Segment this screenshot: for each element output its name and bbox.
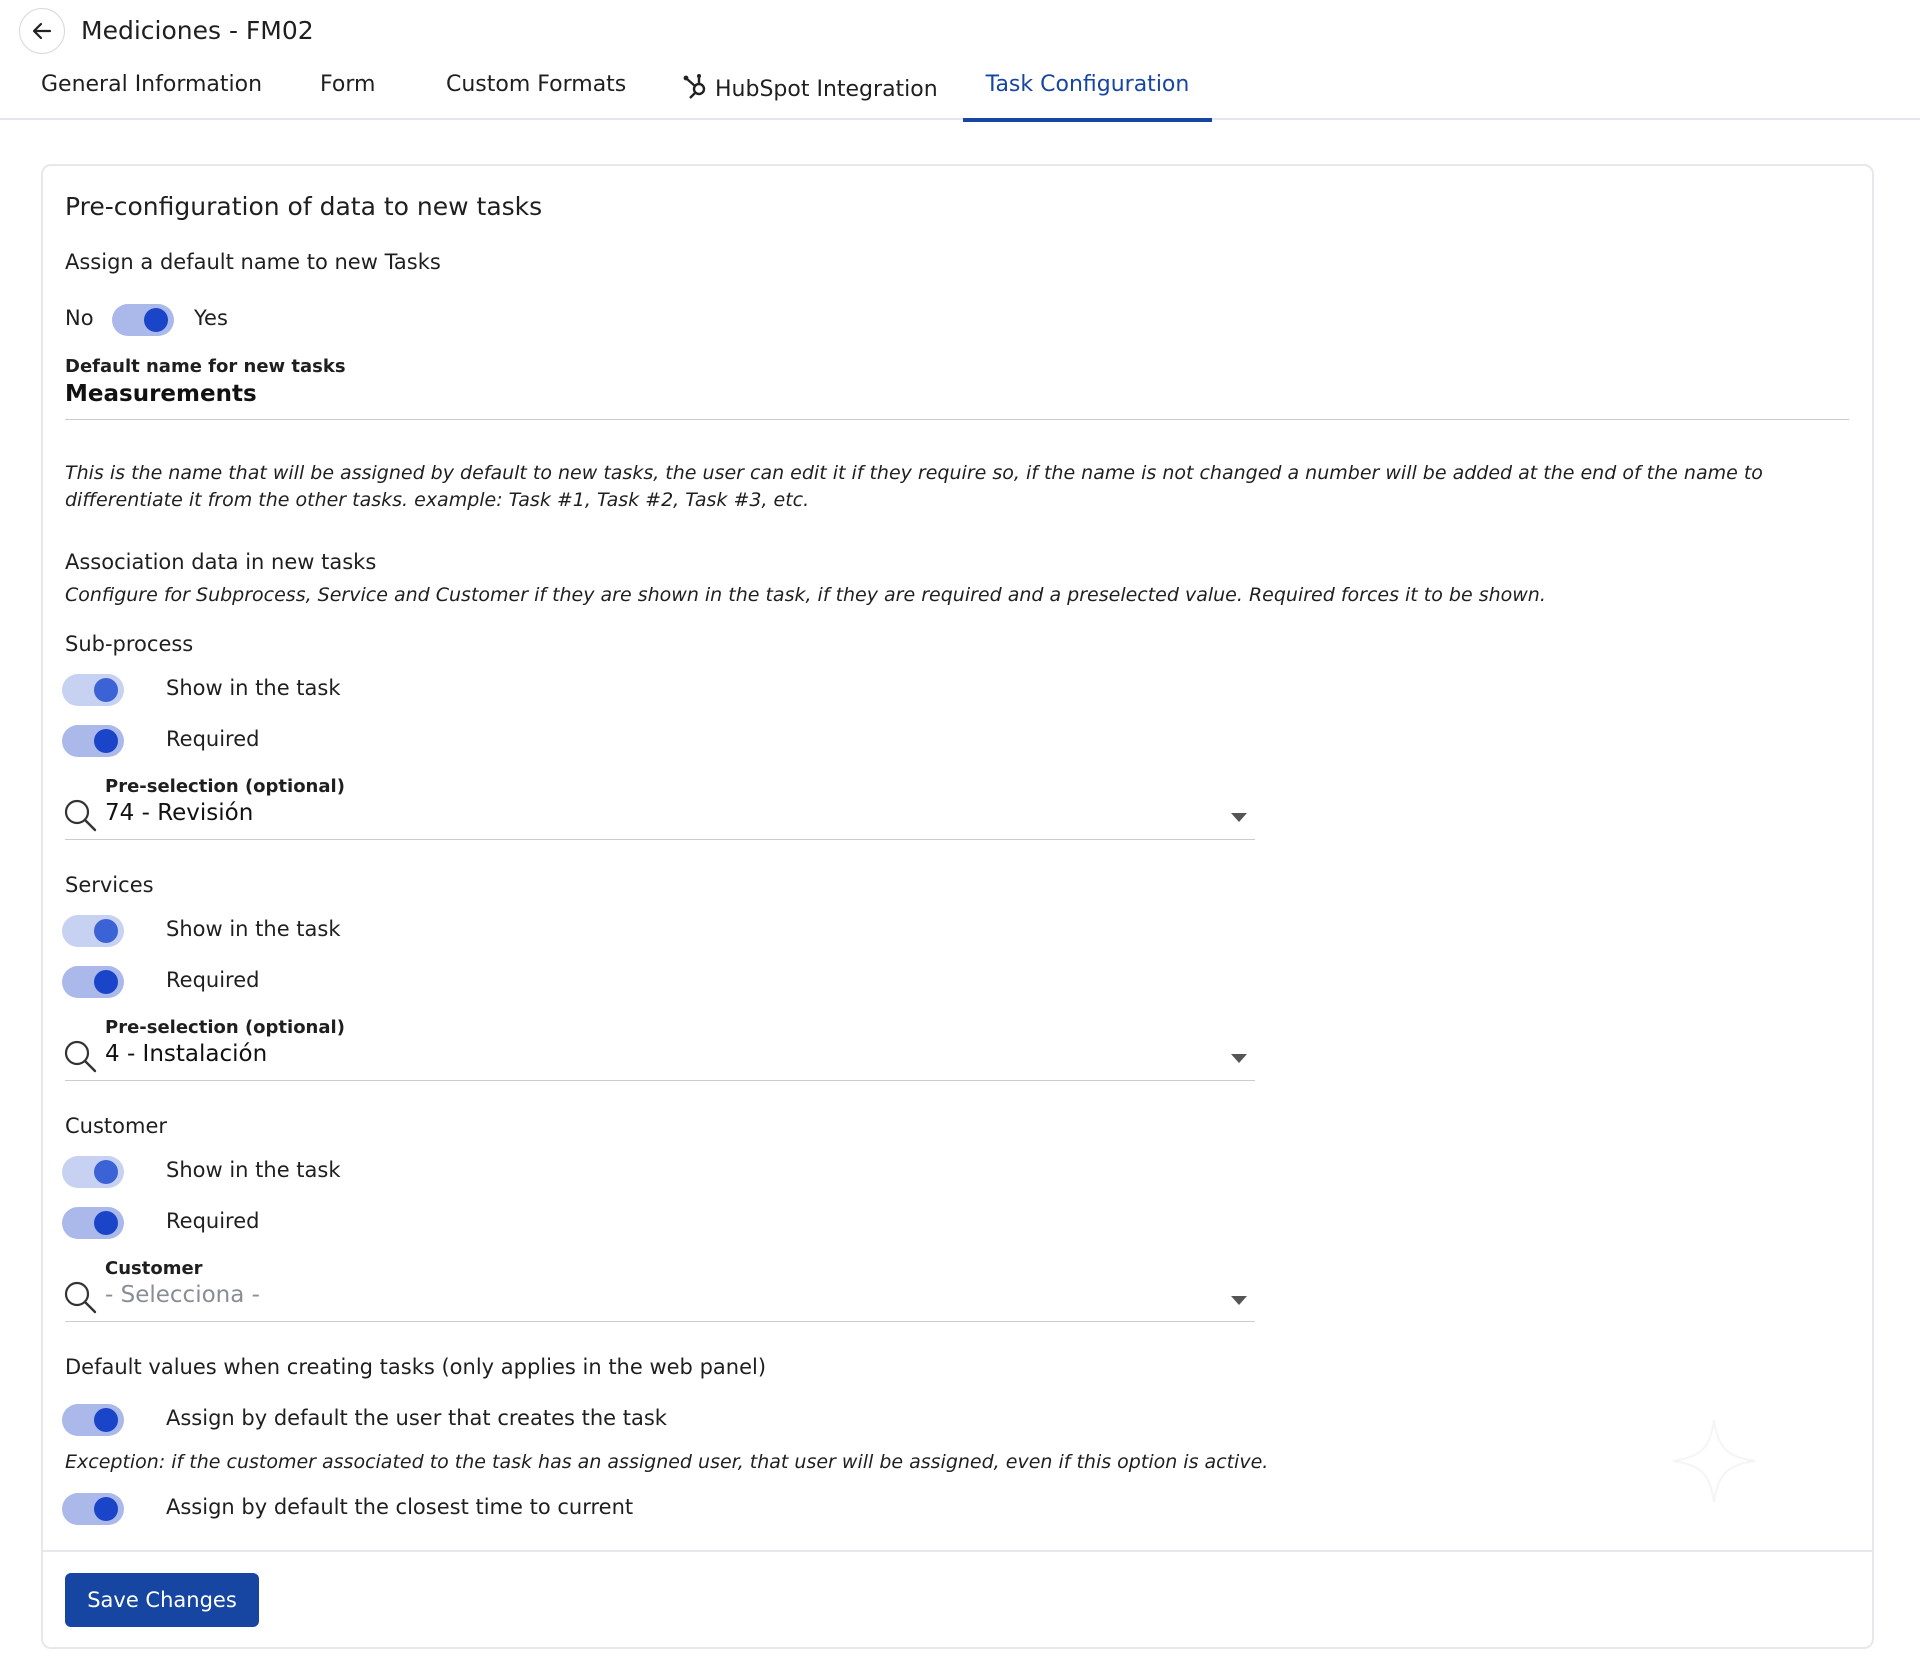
toggle-knob	[94, 919, 118, 943]
subprocess-title: Sub-process	[65, 632, 194, 656]
tab-general-information[interactable]: General Information	[41, 66, 262, 120]
sparkle-icon	[1672, 1419, 1756, 1503]
tab-hubspot-integration[interactable]: HubSpot Integration	[683, 66, 938, 120]
page-title: Mediciones - FM02	[81, 16, 314, 45]
customer-title: Customer	[65, 1114, 168, 1138]
assign-user-label: Assign by default the user that creates …	[166, 1406, 667, 1430]
closest-time-toggle[interactable]	[62, 1493, 124, 1525]
customer-show-label: Show in the task	[166, 1158, 341, 1182]
subprocess-show-label: Show in the task	[166, 676, 341, 700]
back-button[interactable]	[19, 8, 65, 54]
search-icon	[64, 799, 97, 832]
customer-required-toggle[interactable]	[62, 1207, 124, 1239]
defaults-title: Default values when creating tasks (only…	[65, 1355, 767, 1379]
customer-select[interactable]: - Selecciona -	[105, 1282, 1225, 1312]
chevron-down-icon[interactable]	[1231, 1054, 1247, 1063]
toggle-knob	[94, 729, 118, 753]
customer-select-label: Customer	[105, 1258, 203, 1279]
toggle-knob	[94, 970, 118, 994]
toggle-knob	[94, 1497, 118, 1521]
page-header: Mediciones - FM02 General Information Fo…	[0, 0, 1920, 122]
select-underline	[65, 1321, 1255, 1322]
services-show-label: Show in the task	[166, 917, 341, 941]
hubspot-icon	[683, 74, 706, 99]
search-icon	[64, 1281, 97, 1314]
tab-task-configuration[interactable]: Task Configuration	[963, 66, 1212, 122]
association-help-text: Configure for Subprocess, Service and Cu…	[65, 584, 1546, 606]
tab-label: HubSpot Integration	[715, 77, 938, 102]
customer-required-label: Required	[166, 1209, 260, 1233]
toggle-knob	[94, 1160, 118, 1184]
no-label: No	[65, 306, 94, 330]
customer-show-toggle[interactable]	[62, 1156, 124, 1188]
select-underline	[65, 839, 1255, 840]
tab-label: Custom Formats	[446, 72, 627, 97]
services-title: Services	[65, 873, 154, 897]
input-underline	[65, 419, 1849, 420]
default-name-question: Assign a default name to new Tasks	[65, 250, 441, 274]
subprocess-required-label: Required	[166, 727, 260, 751]
tab-label: Task Configuration	[985, 72, 1190, 97]
default-name-field-label: Default name for new tasks	[65, 356, 346, 377]
toggle-knob	[94, 1408, 118, 1432]
save-button[interactable]: Save Changes	[65, 1573, 259, 1627]
services-required-label: Required	[166, 968, 260, 992]
toggle-knob	[94, 1211, 118, 1235]
task-configuration-card: Pre-configuration of data to new tasks A…	[41, 164, 1874, 1649]
search-icon	[64, 1040, 97, 1073]
tab-label: Form	[320, 72, 376, 97]
services-select-label: Pre-selection (optional)	[105, 1017, 345, 1038]
toggle-knob	[144, 308, 168, 332]
default-name-help-text: This is the name that will be assigned b…	[65, 462, 1763, 511]
yes-label: Yes	[194, 306, 228, 330]
footer-divider	[43, 1550, 1872, 1552]
section-title: Pre-configuration of data to new tasks	[65, 192, 543, 221]
exception-text: Exception: if the customer associated to…	[65, 1451, 1269, 1473]
services-required-toggle[interactable]	[62, 966, 124, 998]
subprocess-select[interactable]: 74 - Revisión	[105, 800, 1225, 830]
chevron-down-icon[interactable]	[1231, 1296, 1247, 1305]
services-select[interactable]: 4 - Instalación	[105, 1041, 1225, 1071]
tab-label: General Information	[41, 72, 263, 97]
default-name-toggle[interactable]	[112, 304, 174, 336]
arrow-left-icon	[32, 22, 52, 40]
assign-user-toggle[interactable]	[62, 1404, 124, 1436]
default-name-input[interactable]: Measurements	[65, 381, 1847, 411]
subprocess-select-label: Pre-selection (optional)	[105, 776, 345, 797]
services-show-toggle[interactable]	[62, 915, 124, 947]
association-title: Association data in new tasks	[65, 550, 377, 574]
closest-time-label: Assign by default the closest time to cu…	[166, 1495, 634, 1519]
select-underline	[65, 1080, 1255, 1081]
chevron-down-icon[interactable]	[1231, 813, 1247, 822]
tab-custom-formats[interactable]: Custom Formats	[446, 66, 626, 120]
subprocess-show-toggle[interactable]	[62, 674, 124, 706]
tab-form[interactable]: Form	[320, 66, 375, 120]
toggle-knob	[94, 678, 118, 702]
subprocess-required-toggle[interactable]	[62, 725, 124, 757]
